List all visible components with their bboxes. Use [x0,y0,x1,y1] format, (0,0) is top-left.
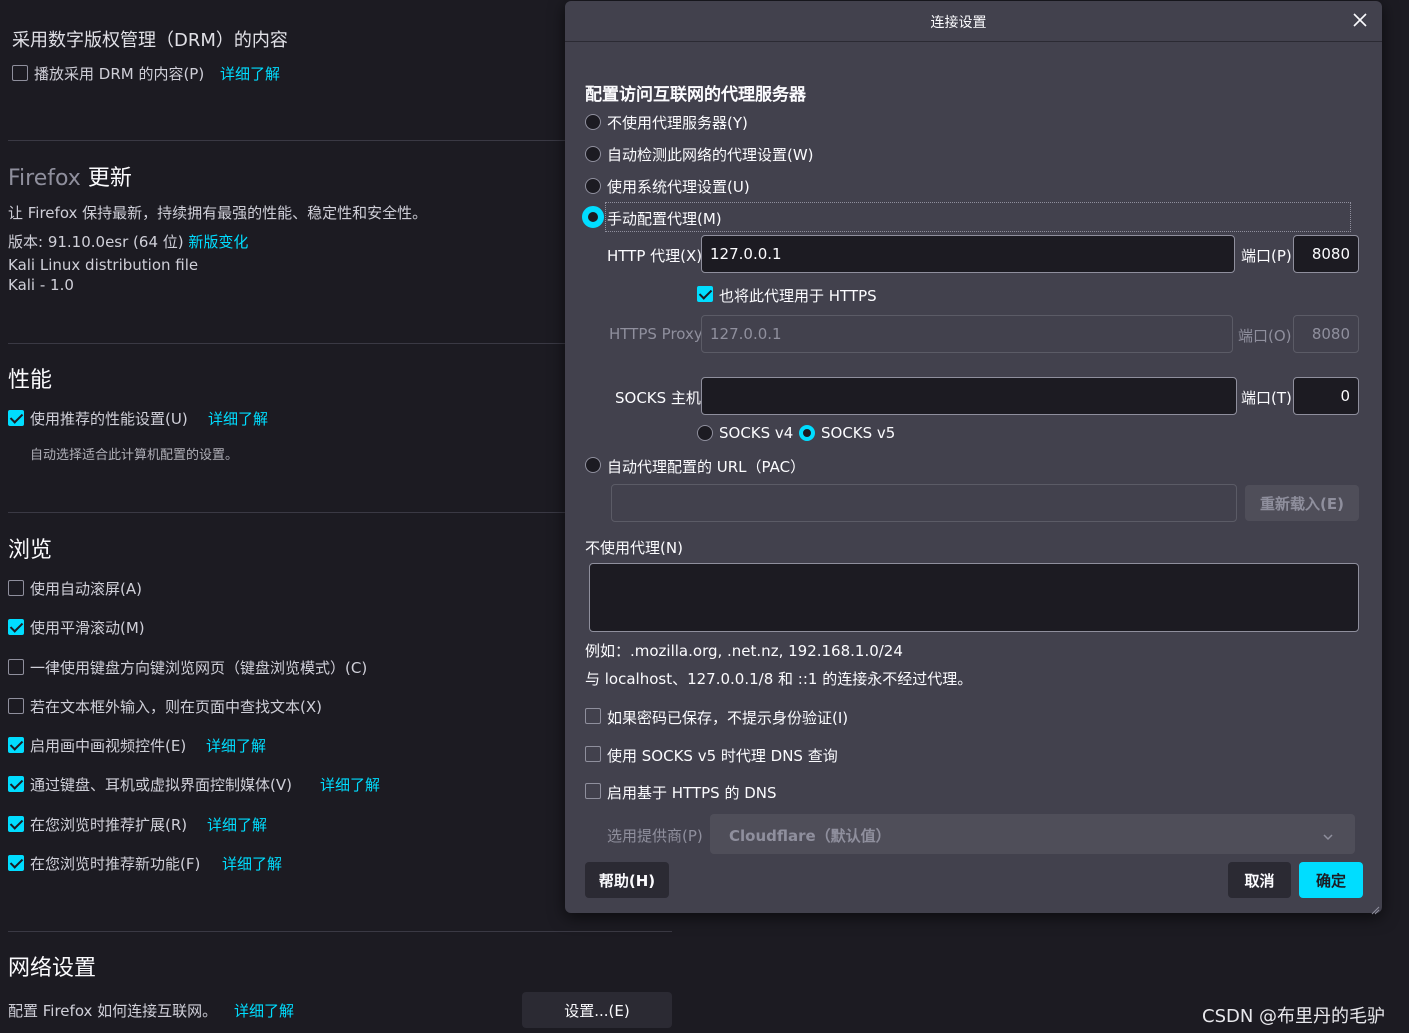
reload-button[interactable]: 重新载入(E) [1245,485,1359,521]
connection-settings-dialog: 连接设置 配置访问互联网的代理服务器 不使用代理服务器(Y) 自动检测此网络的代… [565,1,1382,915]
socks-dns-checkbox[interactable] [585,746,601,762]
no-proxy-label: 不使用代理(N) [585,539,683,557]
socks-port-label: 端口(T) [1241,389,1292,407]
network-desc: 配置 Firefox 如何连接互联网。 [8,1002,218,1020]
doh-checkbox-label[interactable]: 启用基于 HTTPS 的 DNS [607,782,777,803]
pac-url-input[interactable] [611,484,1237,522]
https-proxy-label: HTTPS Proxy [609,325,703,343]
http-proxy-input[interactable]: 127.0.0.1 [701,235,1235,273]
radio-no-proxy[interactable] [585,114,601,130]
radio-auto-detect-label[interactable]: 自动检测此网络的代理设置(W) [607,144,814,165]
perf-learn-more-link[interactable]: 详细了解 [208,408,268,429]
socks-v4-label[interactable]: SOCKS v4 [719,424,793,442]
browse-item-learn-more[interactable]: 详细了解 [206,735,266,756]
https-proxy-input[interactable]: 127.0.0.1 [701,315,1233,353]
no-proxy-example: 例如：.mozilla.org, .net.nz, 192.168.1.0/24 [585,642,903,660]
browse-item-checkbox[interactable] [8,816,24,832]
dist-line1: Kali Linux distribution file [8,256,199,274]
socks-port-input[interactable]: 0 [1293,377,1359,415]
browse-item-checkbox[interactable] [8,855,24,871]
socks-v5-radio[interactable] [799,425,815,441]
help-button[interactable]: 帮助(H) [585,862,669,898]
network-learn-more-link[interactable]: 详细了解 [234,1000,294,1021]
browse-item-checkbox[interactable] [8,619,24,635]
http-port-input[interactable]: 8080 [1293,235,1359,273]
provider-select[interactable]: Cloudflare（默认值） [710,814,1355,854]
no-proxy-textarea[interactable] [589,563,1359,632]
perf-checkbox-label[interactable]: 使用推荐的性能设置(U) [30,408,188,429]
proxy-heading: 配置访问互联网的代理服务器 [585,85,806,105]
browse-item-checkbox[interactable] [8,698,24,714]
radio-pac-label[interactable]: 自动代理配置的 URL（PAC） [607,456,805,477]
radio-system-proxy-label[interactable]: 使用系统代理设置(U) [607,176,750,197]
browse-item-label[interactable]: 在您浏览时推荐新功能(F) [30,853,200,874]
cancel-button[interactable]: 取消 [1228,862,1291,898]
browse-title: 浏览 [8,538,53,563]
radio-pac[interactable] [585,457,601,473]
dist-line2: Kali - 1.0 [8,276,74,294]
auth-checkbox[interactable] [585,708,601,724]
version-text: 版本: 91.10.0esr (64 位) [8,233,184,251]
ok-button[interactable]: 确定 [1299,862,1363,898]
socks-dns-checkbox-label[interactable]: 使用 SOCKS v5 时代理 DNS 查询 [607,745,838,766]
drm-checkbox-label[interactable]: 播放采用 DRM 的内容(P) [34,63,204,84]
browse-item-checkbox[interactable] [8,776,24,792]
socks-v4-radio[interactable] [697,425,713,441]
browse-item-label[interactable]: 通过键盘、耳机或虚拟界面控制媒体(V) [30,774,292,795]
update-title-word: 更新 [87,166,132,191]
perf-hint: 自动选择适合此计算机配置的设置。 [30,448,239,463]
provider-label: 选用提供商(P) [607,827,703,845]
http-port-label: 端口(P) [1241,247,1292,265]
radio-system-proxy[interactable] [585,178,601,194]
socks-v5-label[interactable]: SOCKS v5 [821,424,895,442]
drm-learn-more-link[interactable]: 详细了解 [220,63,280,84]
chevron-down-icon [1322,828,1334,846]
browse-item-label[interactable]: 使用平滑滚动(M) [30,617,145,638]
radio-auto-detect[interactable] [585,146,601,162]
doh-checkbox[interactable] [585,783,601,799]
dialog-title: 连接设置 [930,15,987,31]
network-title: 网络设置 [8,956,97,981]
http-proxy-label: HTTP 代理(X) [607,247,703,265]
perf-checkbox[interactable] [8,410,24,426]
resize-grip-icon[interactable] [1370,901,1380,915]
update-title-firefox: Firefox [8,166,81,191]
drm-checkbox[interactable] [12,65,28,81]
browse-item-learn-more[interactable]: 详细了解 [207,814,267,835]
https-port-label: 端口(O) [1238,327,1292,345]
socks-host-input[interactable] [701,377,1237,415]
socks-host-label: SOCKS 主机 [615,389,701,407]
browse-item-label[interactable]: 启用画中画视频控件(E) [30,735,186,756]
browse-item-checkbox[interactable] [8,580,24,596]
localhost-note: 与 localhost、127.0.0.1/8 和 ::1 的连接永不经过代理。 [585,670,973,688]
also-https-checkbox[interactable] [697,286,713,302]
update-title: Firefox 更新 [8,160,132,192]
update-version: 版本: 91.10.0esr (64 位) 新版变化 [8,231,248,252]
browse-item-label[interactable]: 在您浏览时推荐扩展(R) [30,814,187,835]
browse-item-label[interactable]: 使用自动滚屏(A) [30,578,142,599]
drm-title: 采用数字版权管理（DRM）的内容 [12,30,288,51]
provider-select-value: Cloudflare（默认值） [729,827,891,845]
browse-item-checkbox[interactable] [8,737,24,753]
perf-title: 性能 [8,368,53,393]
network-settings-button[interactable]: 设置...(E) [522,992,672,1028]
browse-item-learn-more[interactable]: 详细了解 [320,774,380,795]
browse-item-checkbox[interactable] [8,659,24,675]
csdn-watermark: CSDN @布里丹的毛驴 [1202,1006,1386,1027]
close-icon[interactable] [1351,11,1369,29]
radio-manual-proxy[interactable] [582,206,604,228]
browse-item-learn-more[interactable]: 详细了解 [222,853,282,874]
also-https-label[interactable]: 也将此代理用于 HTTPS [719,285,877,306]
update-desc: 让 Firefox 保持最新，持续拥有最强的性能、稳定性和安全性。 [8,204,428,222]
radio-manual-proxy-label[interactable]: 手动配置代理(M) [607,208,722,229]
https-port-input[interactable]: 8080 [1293,315,1359,353]
whats-new-link[interactable]: 新版变化 [188,233,248,251]
browse-item-label[interactable]: 一律使用键盘方向键浏览网页（键盘浏览模式）(C) [30,657,367,678]
auth-checkbox-label[interactable]: 如果密码已保存，不提示身份验证(I) [607,707,848,728]
radio-no-proxy-label[interactable]: 不使用代理服务器(Y) [607,112,748,133]
browse-item-label[interactable]: 若在文本框外输入，则在页面中查找文本(X) [30,696,322,717]
